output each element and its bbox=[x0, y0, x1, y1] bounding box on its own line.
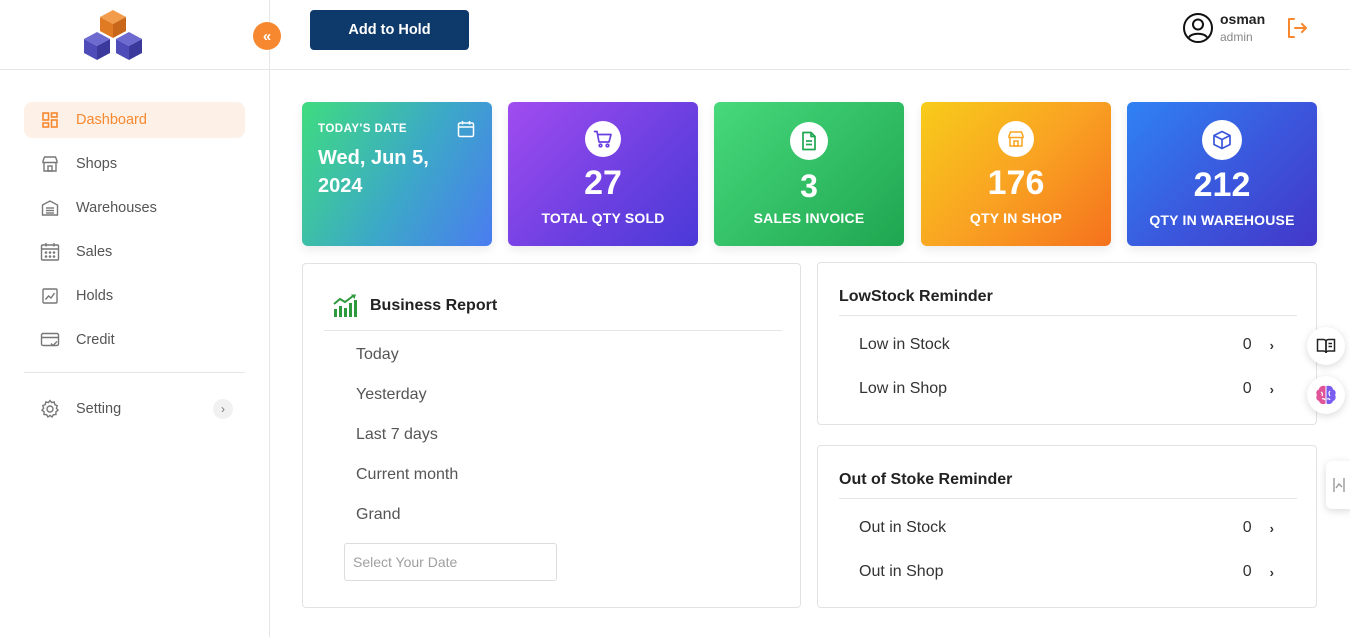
low-in-stock-row[interactable]: Low in Stock 0 › bbox=[859, 334, 1274, 356]
sidebar-item-label: Holds bbox=[76, 288, 114, 304]
business-report-title: Business Report bbox=[370, 297, 498, 314]
qty-sold-label: TOTAL QTY SOLD bbox=[541, 210, 665, 226]
date-value: Wed, Jun 5, 2024 bbox=[318, 147, 429, 197]
calendar-icon bbox=[457, 121, 475, 138]
credit-card-icon bbox=[40, 330, 60, 350]
chevron-right-icon: › bbox=[1269, 564, 1274, 580]
divider bbox=[839, 315, 1297, 316]
add-to-hold-button[interactable]: Add to Hold bbox=[310, 10, 469, 50]
invoice-icon bbox=[790, 122, 828, 160]
ai-assistant-button[interactable] bbox=[1307, 376, 1345, 414]
logo-area bbox=[0, 0, 270, 70]
cart-icon bbox=[585, 121, 621, 157]
split-icon bbox=[1333, 478, 1345, 492]
chevron-right-icon: › bbox=[1269, 520, 1274, 536]
report-option-yesterday[interactable]: Yesterday bbox=[356, 386, 427, 404]
qty-in-shop-card[interactable]: 176 QTY IN SHOP bbox=[921, 102, 1111, 246]
sidebar-item-holds[interactable]: Holds bbox=[24, 278, 245, 314]
row-label: Low in Shop bbox=[859, 380, 948, 397]
qty-shop-value: 176 bbox=[987, 164, 1045, 202]
side-drawer-tab[interactable] bbox=[1326, 461, 1350, 509]
row-value: 0 bbox=[1242, 563, 1252, 580]
sidebar-item-setting[interactable]: Setting › bbox=[24, 391, 245, 427]
collapse-sidebar-button[interactable]: « bbox=[253, 22, 281, 50]
todays-date-card: TODAY'S DATE Wed, Jun 5, 2024 bbox=[302, 102, 492, 246]
store-icon bbox=[998, 121, 1034, 157]
report-option-current-month[interactable]: Current month bbox=[356, 466, 458, 484]
sales-invoice-card[interactable]: 3 SALES INVOICE bbox=[714, 102, 904, 246]
report-option-today[interactable]: Today bbox=[356, 346, 399, 364]
out-of-stock-reminder-panel: Out of Stoke Reminder Out in Stock 0 › O… bbox=[817, 445, 1317, 608]
sidebar-item-warehouses[interactable]: Warehouses bbox=[24, 190, 245, 226]
user-avatar-icon bbox=[1183, 13, 1213, 43]
reader-mode-button[interactable] bbox=[1307, 327, 1345, 365]
sidebar-nav: Dashboard Shops Warehouses Sales Holds C… bbox=[24, 102, 245, 435]
date-picker-input[interactable] bbox=[344, 543, 557, 581]
logout-icon[interactable] bbox=[1285, 16, 1309, 40]
sidebar-item-label: Sales bbox=[76, 244, 113, 260]
out-in-stock-row[interactable]: Out in Stock 0 › bbox=[859, 517, 1274, 539]
out-of-stock-title: Out of Stoke Reminder bbox=[839, 471, 1013, 488]
sidebar-item-dashboard[interactable]: Dashboard bbox=[24, 102, 245, 138]
user-name: osman bbox=[1220, 11, 1266, 28]
chevron-right-icon: › bbox=[1269, 381, 1274, 397]
sidebar-item-shops[interactable]: Shops bbox=[24, 146, 245, 182]
report-option-grand[interactable]: Grand bbox=[356, 506, 400, 524]
gear-icon bbox=[40, 399, 60, 419]
top-header: Add to Hold osman admin bbox=[270, 0, 1350, 70]
dashboard-icon bbox=[40, 110, 60, 130]
sales-invoice-value: 3 bbox=[800, 168, 818, 204]
sales-invoice-label: SALES INVOICE bbox=[753, 210, 865, 226]
user-menu[interactable]: osman admin bbox=[1182, 11, 1266, 44]
total-qty-sold-card[interactable]: 27 TOTAL QTY SOLD bbox=[508, 102, 698, 246]
sidebar: Dashboard Shops Warehouses Sales Holds C… bbox=[0, 0, 270, 637]
user-role: admin bbox=[1220, 29, 1253, 44]
row-label: Out in Shop bbox=[859, 563, 944, 580]
calendar-icon bbox=[40, 242, 60, 262]
chart-icon bbox=[40, 286, 60, 306]
user-info: osman admin bbox=[1220, 11, 1266, 44]
date-caption: TODAY'S DATE bbox=[318, 123, 408, 135]
low-stock-title: LowStock Reminder bbox=[839, 288, 993, 305]
chevron-right-icon: › bbox=[1269, 337, 1274, 353]
business-report-header: Business Report bbox=[333, 294, 497, 318]
qty-warehouse-value: 212 bbox=[1193, 166, 1251, 204]
sidebar-item-label: Credit bbox=[76, 332, 115, 348]
sidebar-item-sales[interactable]: Sales bbox=[24, 234, 245, 270]
row-label: Out in Stock bbox=[859, 519, 947, 536]
out-in-shop-row[interactable]: Out in Shop 0 › bbox=[859, 561, 1274, 583]
sidebar-item-label: Warehouses bbox=[76, 200, 157, 216]
business-report-panel: Business Report Today Yesterday Last 7 d… bbox=[302, 263, 801, 608]
divider bbox=[839, 498, 1297, 499]
sidebar-item-label: Setting bbox=[76, 401, 122, 417]
sidebar-item-label: Dashboard bbox=[76, 112, 147, 128]
row-value: 0 bbox=[1242, 380, 1252, 397]
divider bbox=[324, 330, 782, 331]
growth-chart-icon bbox=[333, 294, 357, 317]
qty-sold-value: 27 bbox=[584, 164, 622, 202]
qty-in-warehouse-card[interactable]: 212 QTY IN WAREHOUSE bbox=[1127, 102, 1317, 246]
row-value: 0 bbox=[1242, 519, 1252, 536]
box-icon bbox=[1202, 120, 1242, 160]
low-in-shop-row[interactable]: Low in Shop 0 › bbox=[859, 378, 1274, 400]
sidebar-item-label: Shops bbox=[76, 156, 118, 172]
store-icon bbox=[40, 154, 60, 174]
low-stock-reminder-panel: LowStock Reminder Low in Stock 0 › Low i… bbox=[817, 262, 1317, 425]
nav-divider bbox=[24, 372, 245, 373]
chevron-right-icon[interactable]: › bbox=[213, 399, 233, 419]
cubes-logo[interactable] bbox=[82, 8, 144, 64]
row-value: 0 bbox=[1242, 336, 1252, 353]
sidebar-item-credit[interactable]: Credit bbox=[24, 322, 245, 358]
book-icon bbox=[1316, 338, 1336, 354]
report-option-last-7-days[interactable]: Last 7 days bbox=[356, 426, 438, 444]
qty-warehouse-label: QTY IN WAREHOUSE bbox=[1149, 212, 1295, 228]
brain-icon bbox=[1316, 385, 1336, 405]
row-label: Low in Stock bbox=[859, 336, 950, 353]
qty-shop-label: QTY IN SHOP bbox=[969, 210, 1063, 226]
warehouse-icon bbox=[40, 198, 60, 218]
